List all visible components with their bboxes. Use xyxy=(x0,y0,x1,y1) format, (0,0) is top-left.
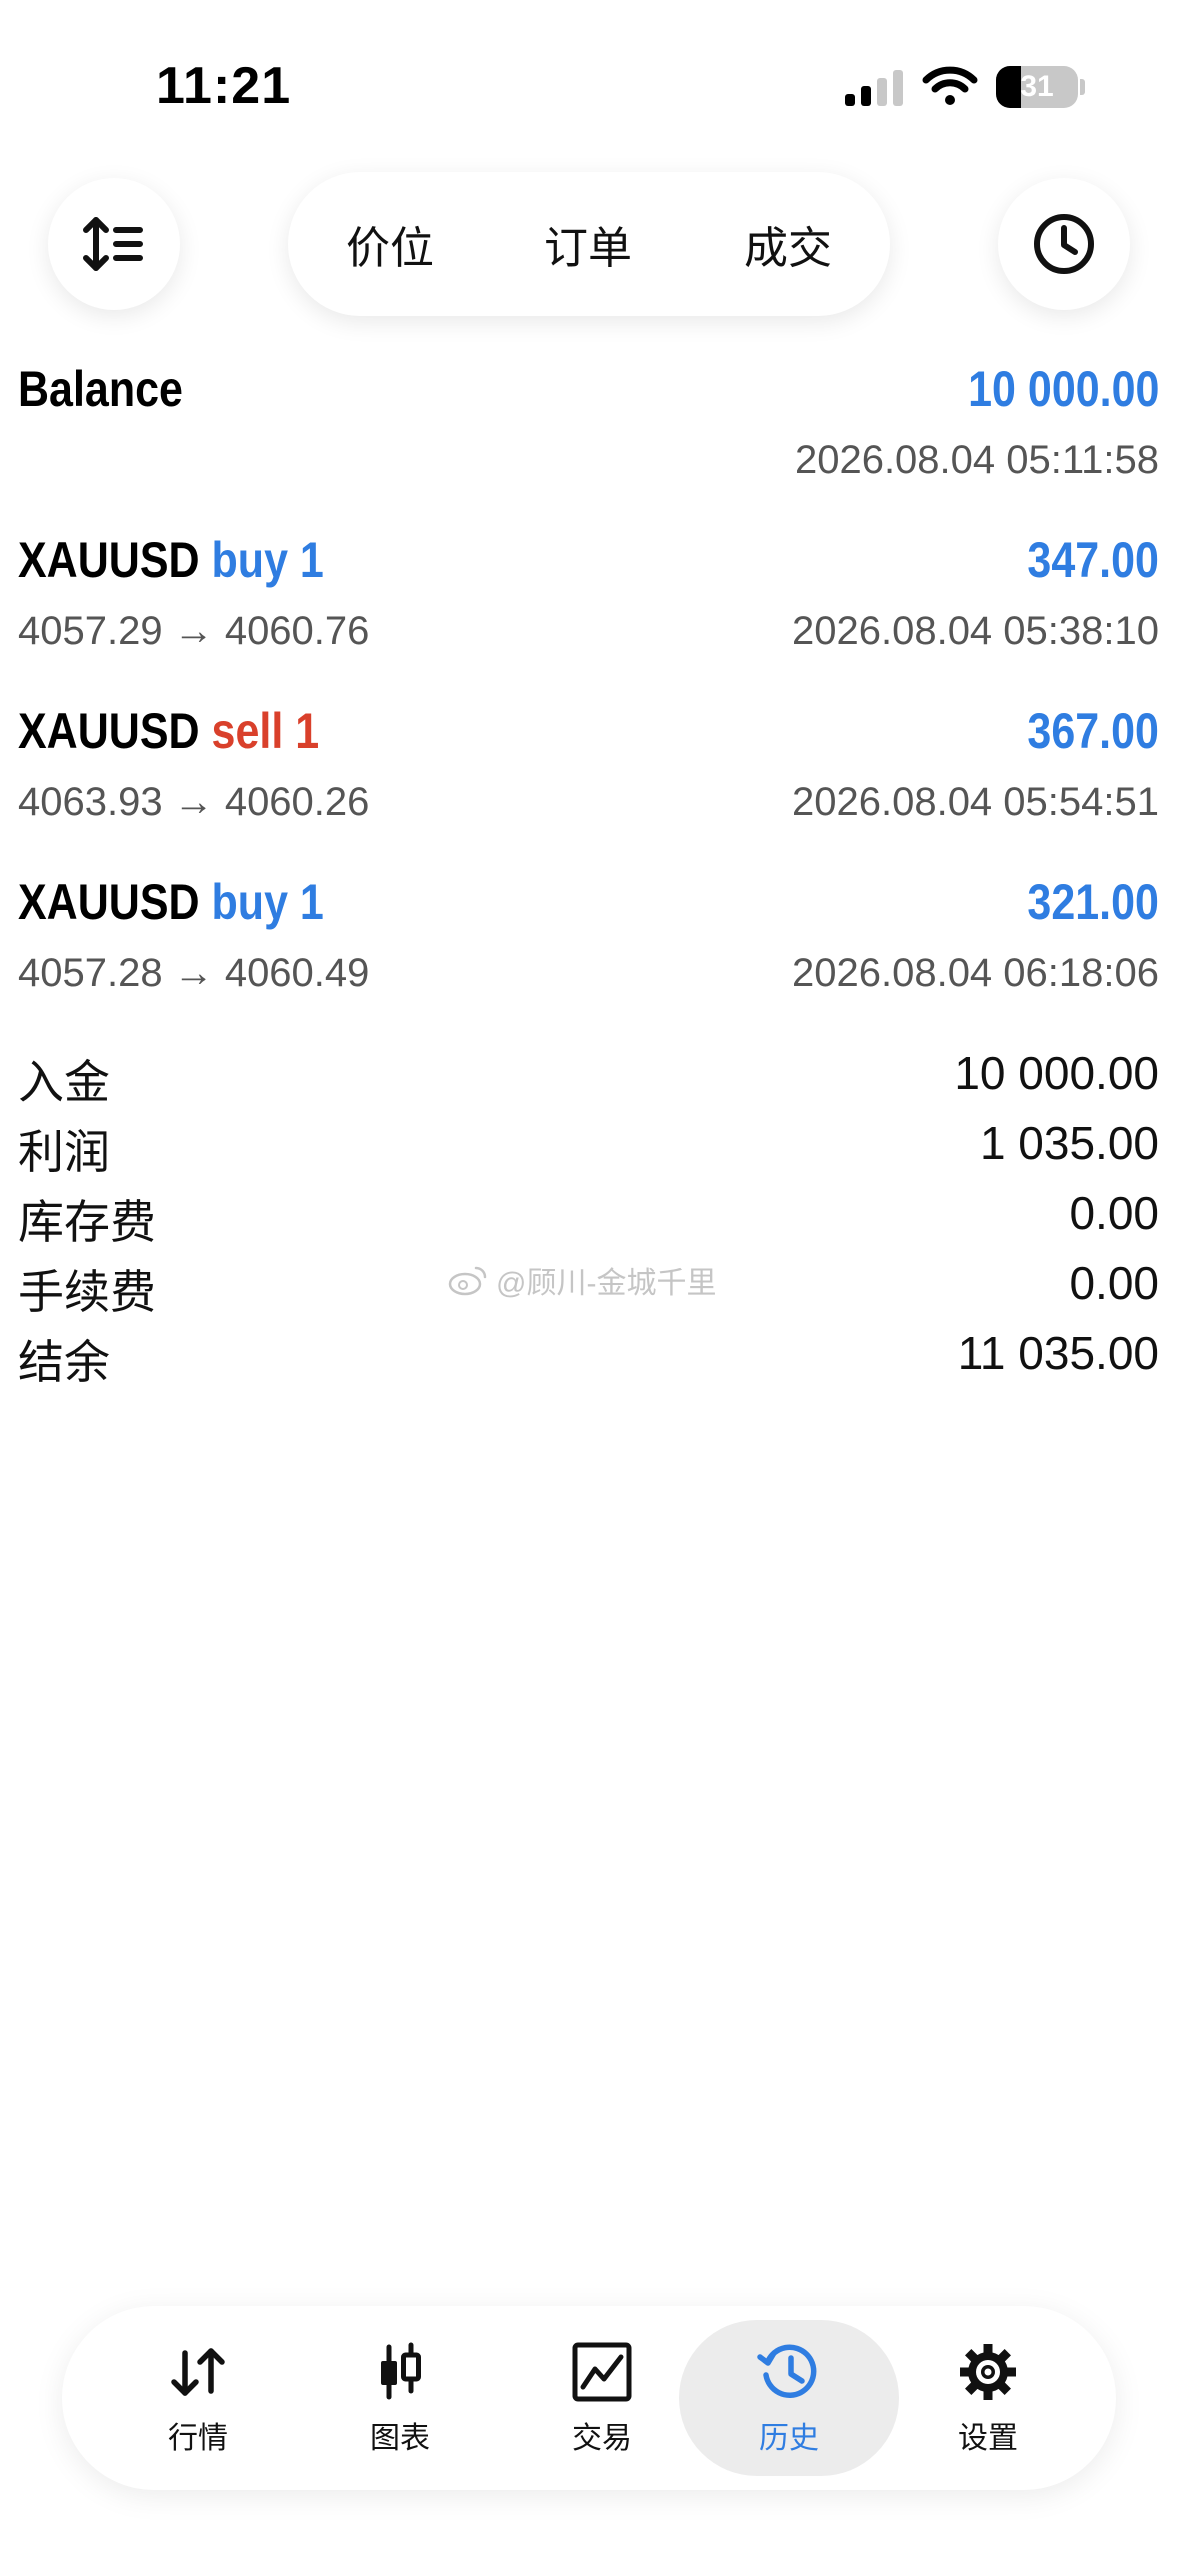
deal-prices: 4057.28 → 4060.49 xyxy=(18,951,370,995)
battery-cap xyxy=(1080,79,1085,95)
summary-value-profit: 1 035.00 xyxy=(979,1117,1159,1169)
summary-label-deposit: 入金 xyxy=(18,1056,110,1108)
summary-value-commission: 0.00 xyxy=(1069,1257,1159,1309)
tab-orders[interactable]: 订单 xyxy=(500,186,676,302)
deal-symbol: XAUUSD xyxy=(18,703,200,759)
deal-profit: 321.00 xyxy=(1027,874,1159,930)
deal-title: XAUUSD sell 1 xyxy=(18,702,319,760)
summary-label-balance: 结余 xyxy=(18,1336,110,1388)
deal-profit: 367.00 xyxy=(1027,703,1159,759)
period-button[interactable] xyxy=(998,178,1130,310)
tab-quotes[interactable]: 行情 xyxy=(88,2320,308,2476)
history-icon xyxy=(757,2344,817,2398)
trade-chart-icon xyxy=(572,2342,632,2402)
deal-direction: buy 1 xyxy=(211,532,324,588)
tab-positions[interactable]: 价位 xyxy=(302,186,478,302)
deal-symbol: XAUUSD xyxy=(18,874,200,930)
summary-value-swap: 0.00 xyxy=(1069,1187,1159,1239)
balance-amount: 10 000.00 xyxy=(967,361,1159,417)
deal-title: XAUUSD buy 1 xyxy=(18,873,324,931)
deal-time: 2026.08.04 05:54:51 xyxy=(791,780,1159,824)
sort-button[interactable] xyxy=(48,178,180,310)
summary-label-commission: 手续费 xyxy=(18,1266,156,1318)
watermark-text: @顾川-金城千里 xyxy=(496,1267,717,1300)
tab-settings[interactable]: 设置 xyxy=(878,2320,1098,2476)
arrows-updown-icon xyxy=(171,2348,225,2396)
deal-time: 2026.08.04 05:38:10 xyxy=(791,609,1159,653)
clock-icon xyxy=(1034,214,1094,274)
tab-history[interactable]: 历史 xyxy=(679,2320,899,2476)
status-bar: 11:21 31 xyxy=(0,0,1179,170)
summary-label-profit: 利润 xyxy=(18,1126,110,1178)
deal-time: 2026.08.04 06:18:06 xyxy=(791,951,1159,995)
gear-icon xyxy=(960,2344,1016,2400)
battery-percent: 31 xyxy=(1020,70,1054,103)
deal-prices: 4063.93 → 4060.26 xyxy=(18,780,370,824)
balance-time: 2026.08.04 05:11:58 xyxy=(794,438,1159,482)
tab-charts[interactable]: 图表 xyxy=(290,2320,510,2476)
battery-icon: 31 xyxy=(996,66,1078,108)
deal-title: XAUUSD buy 1 xyxy=(18,531,324,589)
watermark: @顾川-金城千里 xyxy=(448,1258,728,1302)
segmented-control: 价位 订单 成交 xyxy=(288,172,890,316)
deal-direction: buy 1 xyxy=(211,874,324,930)
wifi-icon xyxy=(922,66,978,105)
bottom-tab-bar: 行情 图表 交易 历史 设置 xyxy=(62,2306,1116,2490)
tab-label: 设置 xyxy=(958,2422,1018,2455)
deal-profit: 347.00 xyxy=(1027,532,1159,588)
tab-label: 行情 xyxy=(168,2422,228,2455)
deal-direction: sell 1 xyxy=(211,703,320,759)
sort-icon xyxy=(83,217,143,271)
balance-label: Balance xyxy=(18,361,183,417)
weibo-icon xyxy=(448,1266,487,1296)
summary-value-deposit: 10 000.00 xyxy=(954,1047,1159,1099)
candlestick-icon xyxy=(381,2342,421,2400)
tab-label: 交易 xyxy=(572,2422,632,2455)
deal-prices: 4057.29 → 4060.76 xyxy=(18,609,370,653)
deal-symbol: XAUUSD xyxy=(18,532,200,588)
cellular-signal-icon xyxy=(845,70,903,106)
tab-deals[interactable]: 成交 xyxy=(700,186,876,302)
summary-label-swap: 库存费 xyxy=(18,1196,156,1248)
tab-label: 图表 xyxy=(370,2422,430,2455)
summary-value-balance: 11 035.00 xyxy=(957,1327,1159,1379)
status-time: 11:21 xyxy=(156,57,292,115)
tab-label: 历史 xyxy=(759,2422,819,2455)
